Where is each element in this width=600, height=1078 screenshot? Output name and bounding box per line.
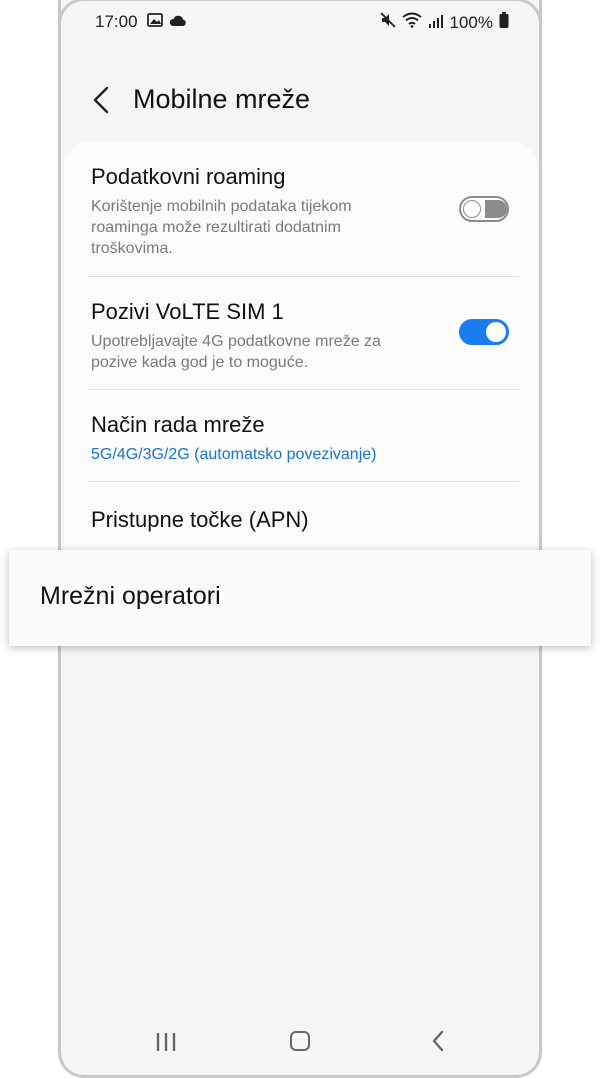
setting-subtitle: Korištenje mobilnih podataka tijekom roa… bbox=[91, 198, 352, 257]
navigation-bar bbox=[61, 1017, 539, 1077]
setting-subtitle: 5G/4G/3G/2G (automatsko povezivanje) bbox=[91, 446, 377, 463]
divider bbox=[87, 481, 519, 482]
setting-apn[interactable]: Pristupne točke (APN) bbox=[91, 507, 521, 533]
setting-data-roaming[interactable]: Podatkovni roaming Korištenje mobilnih p… bbox=[91, 164, 521, 259]
app-header: Mobilne mreže bbox=[61, 70, 539, 130]
battery-percent: 100% bbox=[449, 12, 493, 32]
mute-icon bbox=[379, 12, 396, 33]
divider bbox=[87, 389, 519, 390]
setting-title: Pristupne točke (APN) bbox=[91, 507, 309, 532]
battery-icon bbox=[499, 12, 509, 33]
volte-toggle[interactable] bbox=[459, 319, 509, 345]
network-operators-item[interactable]: Mrežni operatori bbox=[9, 550, 591, 646]
image-icon bbox=[147, 12, 163, 32]
divider bbox=[87, 276, 519, 277]
status-bar: 17:00 100% bbox=[61, 8, 539, 34]
back-arrow-icon[interactable] bbox=[89, 84, 113, 116]
toggle-knob bbox=[486, 322, 506, 342]
setting-network-mode[interactable]: Način rada mreže 5G/4G/3G/2G (automatsko… bbox=[91, 412, 521, 465]
wifi-icon bbox=[401, 12, 422, 33]
settings-card: Podatkovni roaming Korištenje mobilnih p… bbox=[64, 142, 537, 572]
roaming-toggle[interactable] bbox=[459, 196, 509, 222]
status-time: 17:00 bbox=[95, 12, 138, 31]
setting-volte[interactable]: Pozivi VoLTE SIM 1 Upotrebljavajte 4G po… bbox=[91, 299, 521, 373]
setting-title: Podatkovni roaming bbox=[91, 164, 286, 189]
recent-apps-icon[interactable] bbox=[155, 1031, 177, 1053]
setting-title: Način rada mreže bbox=[91, 412, 265, 437]
cloud-icon bbox=[169, 12, 187, 32]
signal-icon bbox=[428, 13, 444, 33]
toggle-knob bbox=[463, 200, 481, 218]
setting-title: Pozivi VoLTE SIM 1 bbox=[91, 299, 284, 324]
network-operators-label: Mrežni operatori bbox=[40, 582, 221, 610]
setting-subtitle: Upotrebljavajte 4G podatkovne mreže za p… bbox=[91, 333, 381, 371]
phone-screen: 17:00 100% Mobilne mreže Podatkovni roam… bbox=[58, 0, 542, 1077]
back-icon[interactable] bbox=[429, 1029, 447, 1053]
page-title: Mobilne mreže bbox=[133, 84, 311, 114]
home-icon[interactable] bbox=[290, 1031, 310, 1051]
